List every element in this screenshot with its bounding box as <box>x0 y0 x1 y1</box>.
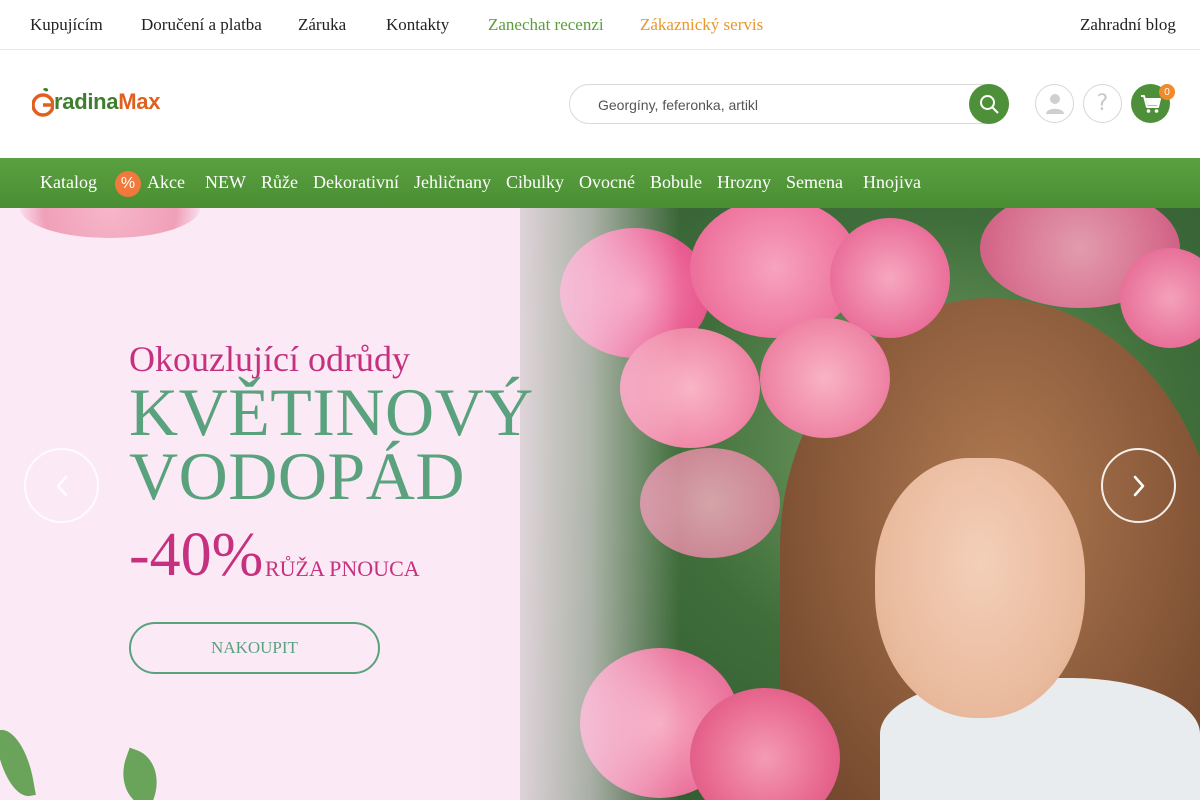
main-navigation: Katalog Akce NEW Růže Dekorativní Jehlič… <box>0 158 1200 208</box>
help-icon: ? <box>1096 91 1109 116</box>
hero-product-name: RŮŽA PNOUCA <box>265 556 420 581</box>
cart-icon <box>1140 94 1161 113</box>
nav-jehlicnany[interactable]: Jehličnany <box>414 172 491 193</box>
rose-decoration <box>830 218 950 338</box>
account-button[interactable] <box>1035 84 1074 123</box>
cart-count-badge: 0 <box>1159 84 1175 100</box>
nav-dekorativni[interactable]: Dekorativní <box>313 172 399 193</box>
link-zahradni-blog[interactable]: Zahradní blog <box>1080 15 1176 35</box>
nav-ovocne[interactable]: Ovocné <box>579 172 635 193</box>
nav-katalog[interactable]: Katalog <box>40 172 97 193</box>
hero-discount: -40% <box>129 521 264 589</box>
link-doruceni-a-platba[interactable]: Doručení a platba <box>141 15 262 35</box>
logo-text-radina: radina <box>54 89 119 114</box>
search-box <box>569 84 1009 124</box>
rose-decoration <box>20 208 200 238</box>
nav-hrozny[interactable]: Hrozny <box>717 172 771 193</box>
link-zaruka[interactable]: Záruka <box>298 15 346 35</box>
nav-semena[interactable]: Semena <box>786 172 843 193</box>
site-header: radinaMax ? <box>0 50 1200 158</box>
link-kontakty[interactable]: Kontakty <box>386 15 449 35</box>
nav-akce[interactable]: Akce <box>147 172 185 193</box>
nav-new[interactable]: NEW <box>205 172 246 193</box>
chevron-right-icon <box>1133 475 1144 496</box>
hero-title-line2: VODOPÁD <box>129 438 465 514</box>
leaf-decoration <box>0 725 36 800</box>
hero-woman-face <box>875 458 1085 718</box>
nav-ruze[interactable]: Růže <box>261 172 298 193</box>
help-button[interactable]: ? <box>1083 84 1122 123</box>
link-zakaznicky-servis[interactable]: Zákaznický servis <box>640 15 763 35</box>
logo[interactable]: radinaMax <box>32 86 160 118</box>
carousel-next-button[interactable] <box>1101 448 1176 523</box>
link-zanechat-recenzi[interactable]: Zanechat recenzi <box>488 15 604 35</box>
logo-text-max: Max <box>118 89 161 114</box>
nav-bobule[interactable]: Bobule <box>650 172 702 193</box>
sale-percent-badge: % <box>115 171 141 197</box>
logo-apple-icon <box>32 87 54 117</box>
logo-text: radinaMax <box>54 89 160 115</box>
search-input[interactable] <box>598 94 958 116</box>
top-utility-bar: Kupujícím Doručení a platba Záruka Konta… <box>0 0 1200 50</box>
link-kupujicim[interactable]: Kupujícím <box>30 15 103 35</box>
nav-cibulky[interactable]: Cibulky <box>506 172 564 193</box>
rose-decoration <box>760 318 890 438</box>
user-icon <box>1045 93 1064 114</box>
nav-hnojiva[interactable]: Hnojiva <box>863 172 921 193</box>
hero-title-line1: KVĚTINOVÝ <box>129 374 534 450</box>
search-icon <box>980 95 999 114</box>
shop-now-button[interactable]: NAKOUPIT <box>129 622 380 674</box>
carousel-prev-button[interactable] <box>24 448 99 523</box>
chevron-left-icon <box>56 475 67 496</box>
hero-fade-overlay <box>480 208 680 800</box>
leaf-decoration <box>112 747 168 800</box>
search-button[interactable] <box>969 84 1009 124</box>
